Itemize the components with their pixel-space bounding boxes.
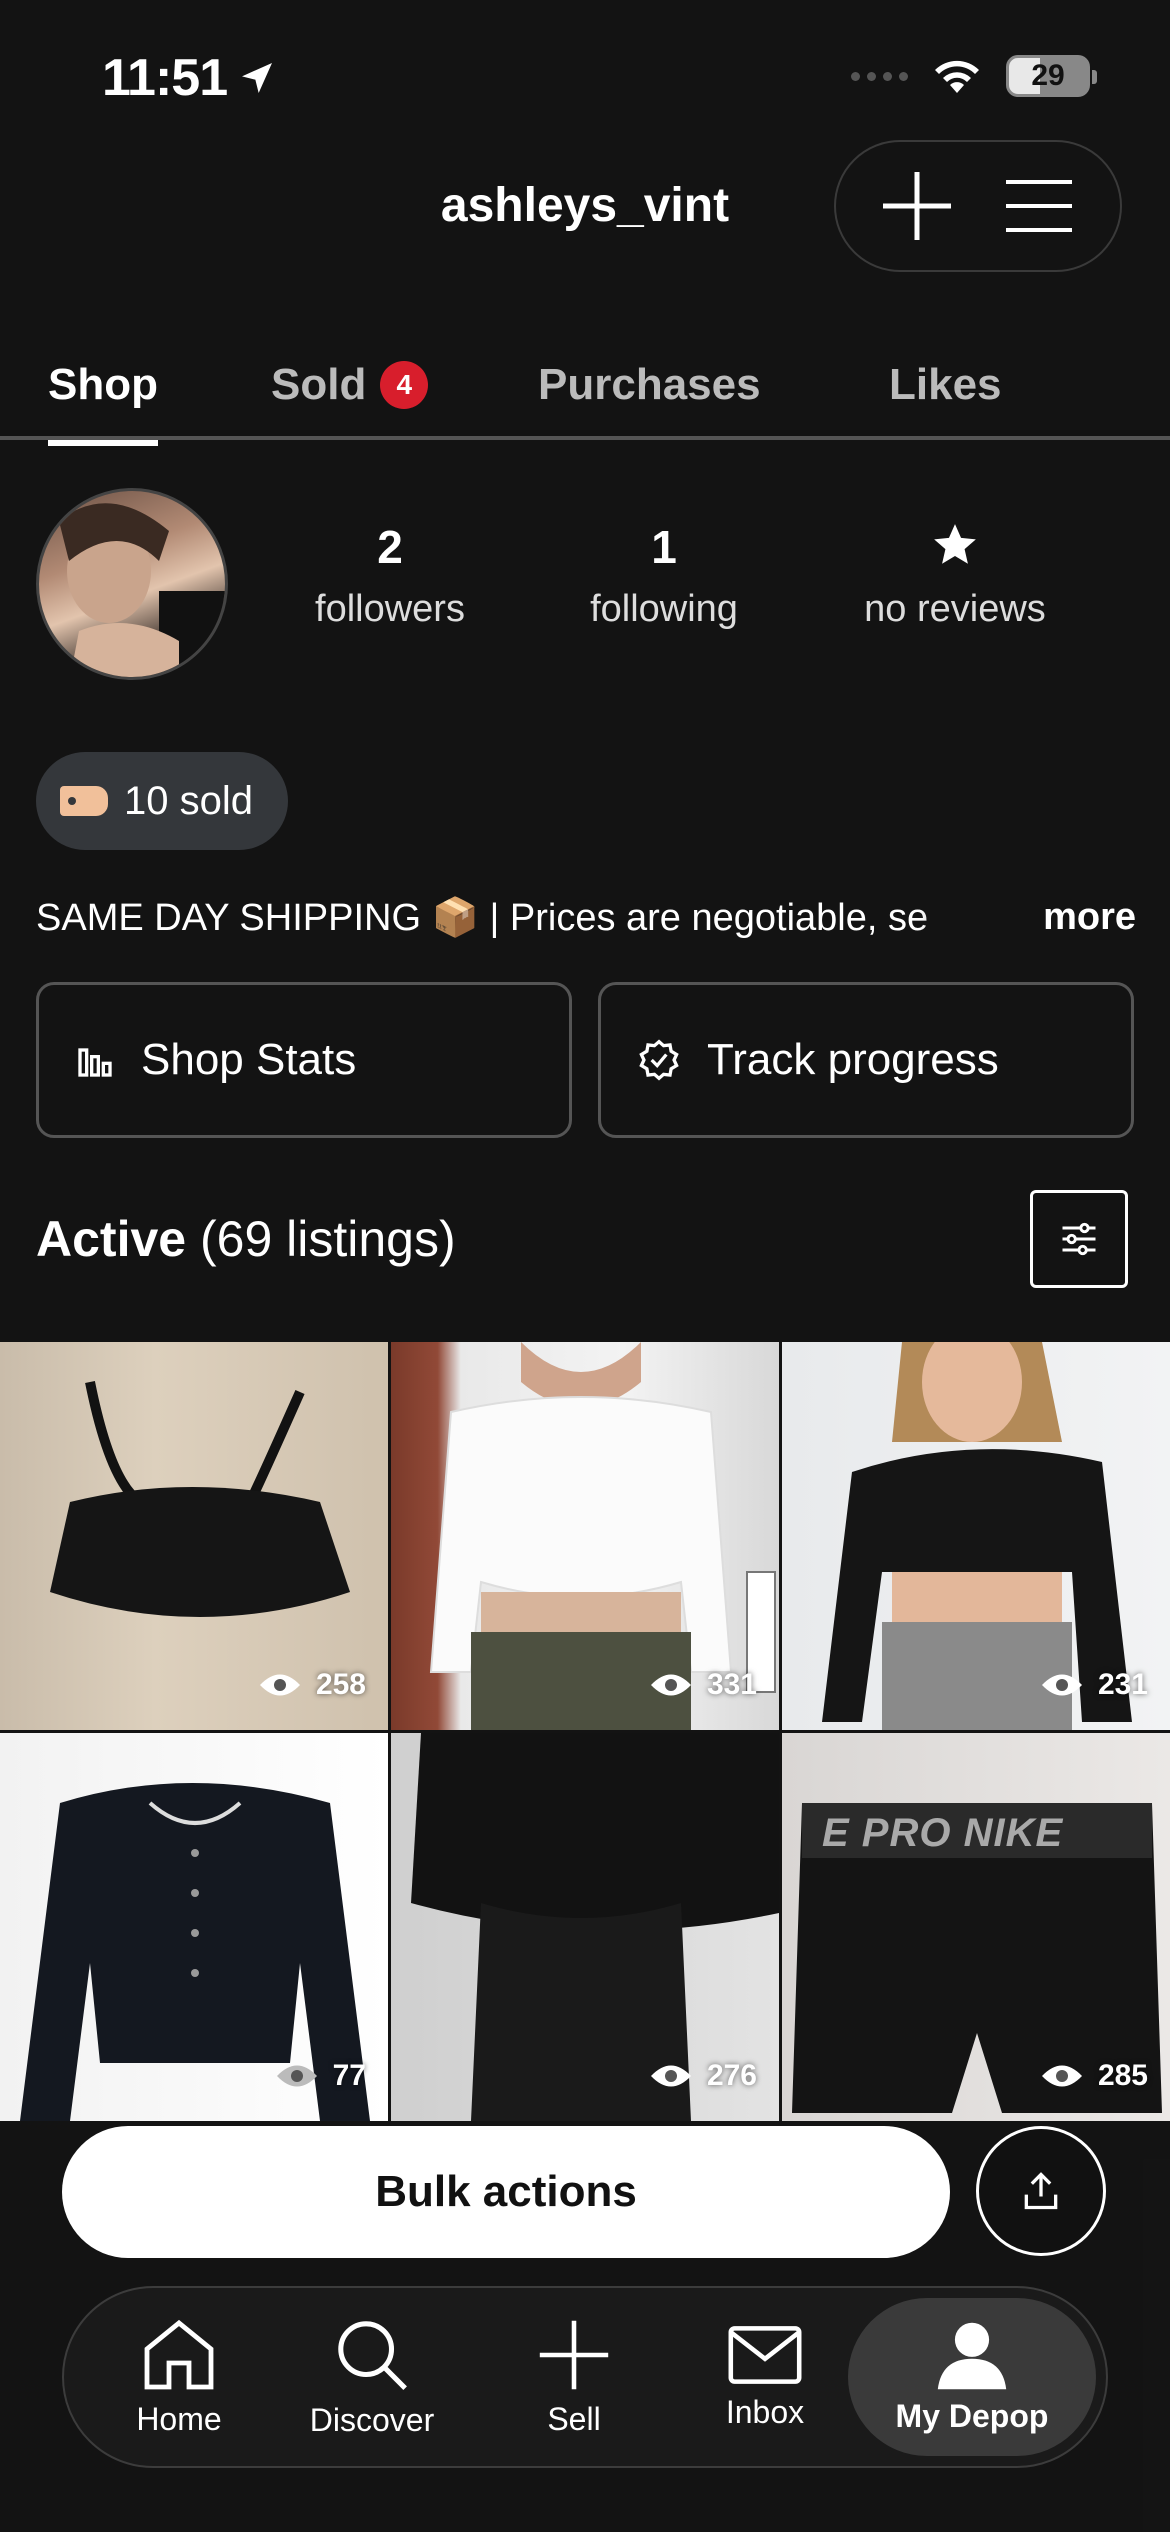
listing-tile[interactable]: 258 [0, 1342, 388, 1730]
view-count: 331 [649, 1668, 757, 1702]
battery-icon: 29 [1006, 55, 1097, 97]
add-button[interactable] [872, 161, 962, 251]
signal-dots-icon [851, 71, 908, 81]
eye-icon [1041, 2065, 1082, 2087]
reviews-stat[interactable]: no reviews [840, 520, 1070, 631]
star-icon [840, 520, 1070, 578]
nav-label: My Depop [895, 2397, 1049, 2434]
clock-text: 11:51 [102, 49, 228, 107]
followers-stat[interactable]: 2 followers [300, 520, 480, 631]
tab-purchases[interactable]: Purchases [538, 360, 761, 410]
bar-chart-icon [78, 1048, 112, 1077]
tab-label: Purchases [538, 360, 761, 409]
listing-tile[interactable]: 331 [391, 1342, 779, 1730]
profile-header: ashleys_vint [0, 140, 1170, 280]
filter-button[interactable] [1030, 1190, 1128, 1288]
followers-label: followers [315, 588, 465, 630]
listing-tile[interactable]: E PRO NIKE 285 [782, 1733, 1170, 2121]
plus-icon [883, 172, 951, 240]
track-progress-label: Track progress [707, 1035, 999, 1084]
tab-sold[interactable]: Sold 4 [271, 360, 429, 410]
eye-icon [276, 2065, 317, 2087]
hamburger-icon [1006, 180, 1072, 232]
wifi-icon [935, 60, 979, 93]
listing-tile[interactable]: 276 [391, 1733, 779, 2121]
view-count-text: 331 [706, 1668, 757, 1701]
view-count-text: 285 [1097, 2059, 1148, 2092]
tab-label: Shop [48, 360, 158, 409]
view-count: 276 [649, 2059, 757, 2093]
nav-home[interactable]: Home [104, 2288, 254, 2466]
reviews-label: no reviews [864, 588, 1046, 630]
nav-sell[interactable]: Sell [509, 2288, 639, 2466]
eye-icon [259, 1674, 300, 1696]
track-progress-button[interactable]: Track progress [598, 982, 1134, 1138]
search-icon [338, 2320, 407, 2390]
following-count: 1 [651, 521, 677, 573]
listing-tile[interactable]: 231 [782, 1342, 1170, 1730]
listing-tile[interactable]: 77 [0, 1733, 388, 2121]
share-icon [1024, 2172, 1058, 2210]
badge-check-icon [639, 1039, 679, 1081]
nike-waistband-text: E PRO NIKE [822, 1811, 1064, 1855]
view-count-text: 231 [1097, 1668, 1148, 1701]
shop-stats-button[interactable]: Shop Stats [36, 982, 572, 1138]
bio-more-link[interactable]: more [1043, 896, 1136, 939]
mail-icon [728, 2325, 802, 2384]
status-indicators: 29 [851, 55, 1097, 97]
battery-level: 29 [1031, 59, 1065, 92]
nav-my-depop[interactable]: My Depop [848, 2298, 1096, 2456]
tab-label: Sold [271, 360, 367, 409]
share-button[interactable] [976, 2126, 1106, 2256]
sold-count-text: 10 sold [124, 778, 253, 823]
notification-badge: 4 [380, 361, 429, 409]
followers-count: 2 [377, 521, 403, 573]
plus-icon [539, 2320, 609, 2389]
nav-label: Discover [309, 2401, 435, 2438]
listing-count: (69 listings) [199, 1211, 456, 1267]
tab-likes[interactable]: Likes [889, 360, 1002, 410]
eye-icon [650, 2065, 691, 2087]
bio-text: SAME DAY SHIPPING 📦 | Prices are negotia… [36, 897, 929, 939]
active-label: Active [36, 1211, 187, 1267]
nav-inbox[interactable]: Inbox [700, 2288, 830, 2466]
home-icon [144, 2319, 214, 2389]
shop-bio: SAME DAY SHIPPING 📦 | Prices are negotia… [36, 896, 1136, 940]
sliders-icon [1062, 1222, 1096, 1256]
bottom-nav: Home Discover Sell Inbox My Depop [62, 2286, 1108, 2468]
nav-label: Inbox [725, 2393, 805, 2430]
header-actions [834, 140, 1122, 272]
avatar-photo [59, 503, 225, 677]
following-stat[interactable]: 1 following [574, 520, 754, 631]
nav-label: Sell [547, 2400, 601, 2437]
view-count-text: 77 [332, 2059, 366, 2092]
eye-icon [650, 1674, 691, 1696]
listing-grid: 258 331 231 77 276 E PRO NIKE 285 [0, 1342, 1170, 2121]
tab-label: Likes [889, 360, 1002, 409]
view-count-text: 276 [706, 2059, 757, 2092]
view-count: 285 [1040, 2059, 1148, 2093]
following-label: following [590, 588, 738, 630]
sold-count-chip: 10 sold [36, 752, 288, 850]
shop-stats-label: Shop Stats [141, 1035, 357, 1084]
active-listings-heading: Active (69 listings) [36, 1210, 456, 1268]
nav-discover[interactable]: Discover [292, 2288, 452, 2466]
view-count: 231 [1040, 1668, 1148, 1702]
person-icon [937, 2322, 1007, 2389]
tab-shop[interactable]: Shop [48, 360, 158, 446]
location-arrow-icon [242, 63, 273, 93]
profile-tabs: Shop Sold 4 Purchases Likes [0, 350, 1170, 446]
avatar[interactable] [36, 488, 228, 680]
view-count: 258 [258, 1668, 366, 1702]
eye-icon [1041, 1674, 1082, 1696]
price-tag-icon [60, 786, 108, 816]
view-count-text: 258 [315, 1668, 366, 1701]
status-time: 11:51 [102, 48, 277, 108]
bulk-actions-button[interactable]: Bulk actions [62, 2126, 950, 2258]
nav-label: Home [136, 2400, 222, 2437]
status-bar: 11:51 29 [0, 0, 1170, 150]
menu-button[interactable] [994, 161, 1084, 251]
view-count: 77 [275, 2059, 366, 2093]
